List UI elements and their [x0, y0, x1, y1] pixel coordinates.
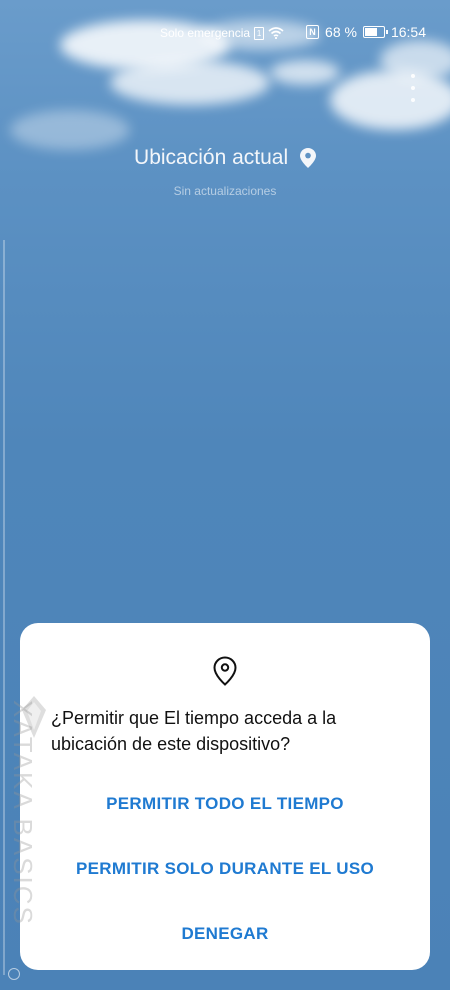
wifi-icon [268, 27, 284, 39]
location-pin-icon [299, 148, 316, 169]
watermark: XATAKA BASICS [8, 700, 38, 926]
update-status: Sin actualizaciones [173, 184, 277, 198]
location-pin-icon [213, 656, 237, 686]
status-right: N 68 % 16:54 [306, 24, 426, 40]
cloud [10, 110, 130, 150]
allow-always-button[interactable]: PERMITIR TODO EL TIEMPO [20, 794, 430, 814]
location-header[interactable]: Ubicación actual [0, 146, 450, 170]
status-left: Solo emergencia 1 [160, 26, 284, 40]
timeline-line [3, 240, 5, 975]
battery-icon [362, 26, 388, 38]
status-bar: Solo emergencia 1 N 68 % 16:54 [0, 22, 450, 46]
timeline-dot [8, 968, 20, 980]
sim-card-icon: 1 [254, 26, 265, 40]
cloud [110, 60, 270, 105]
permission-question: ¿Permitir que El tiempo acceda a la ubic… [51, 708, 337, 754]
deny-button[interactable]: DENEGAR [20, 924, 430, 944]
carrier-text: Solo emergencia [160, 26, 251, 40]
nfc-icon: N [306, 25, 320, 39]
location-permission-dialog: ¿Permitir que El tiempo acceda a la ubic… [20, 623, 430, 970]
clock: 16:54 [390, 24, 426, 40]
allow-while-using-button[interactable]: PERMITIR SOLO DURANTE EL USO [20, 859, 430, 879]
battery-percent: 68 % [325, 24, 357, 40]
cloud [270, 60, 340, 85]
more-options-icon[interactable] [408, 74, 418, 102]
location-title: Ubicación actual [134, 146, 289, 169]
